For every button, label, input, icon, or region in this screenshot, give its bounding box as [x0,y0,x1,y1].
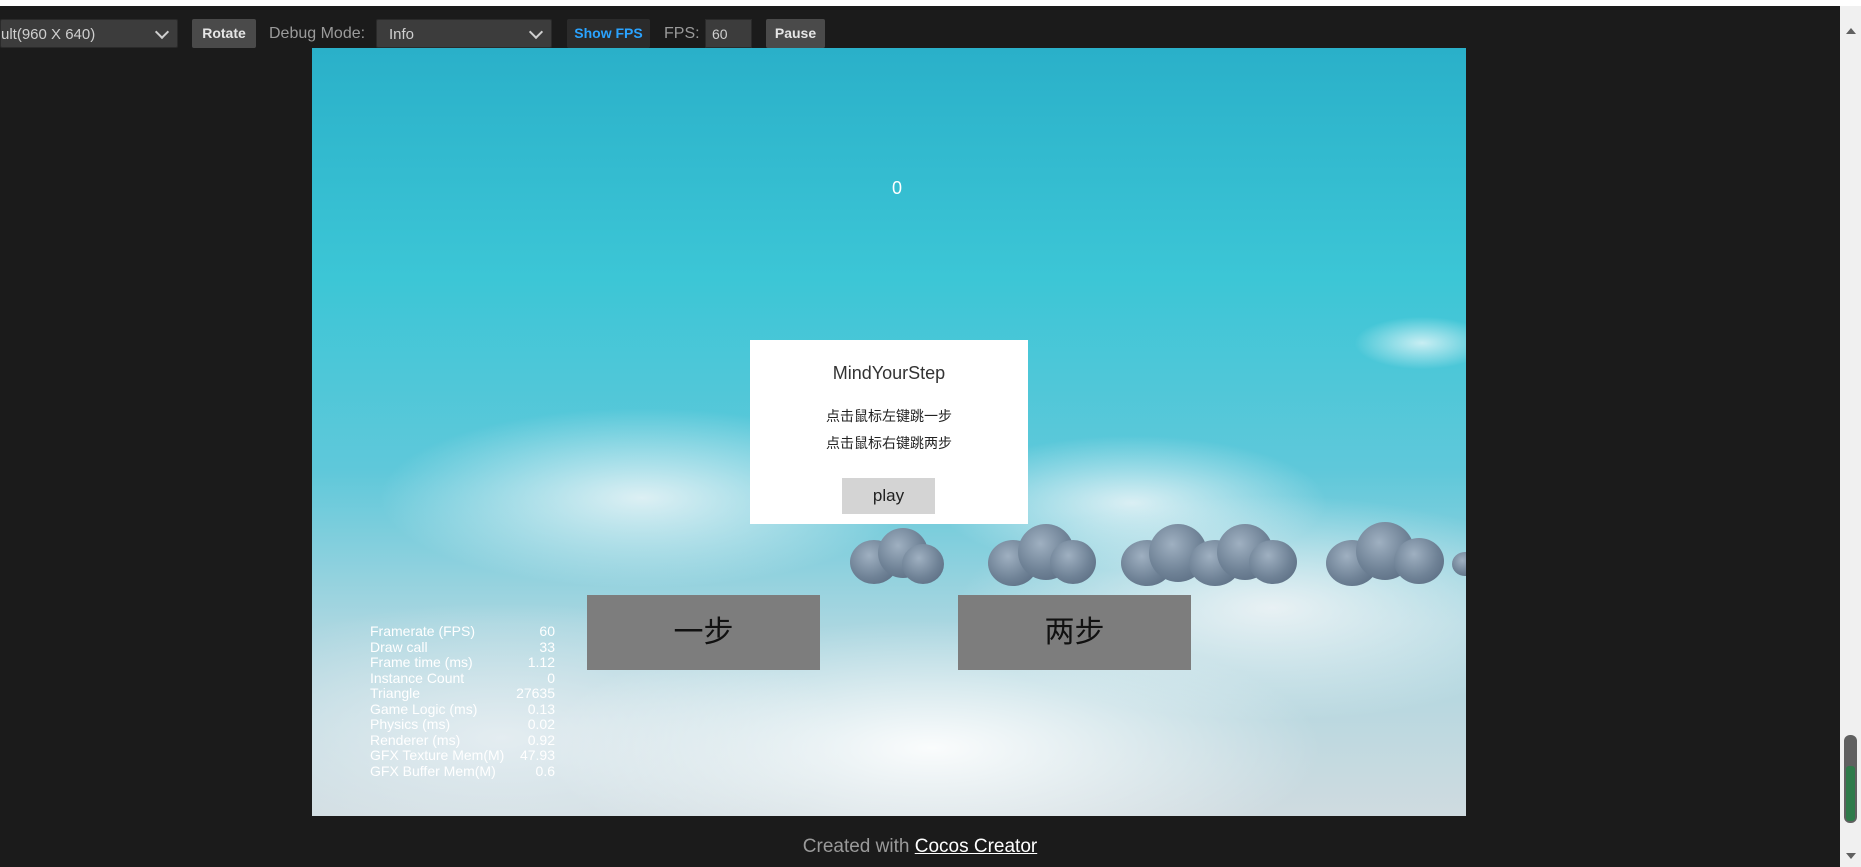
start-dialog: MindYourStep 点击鼠标左键跳一步 点击鼠标右键跳两步 play [750,340,1028,524]
fps-label: FPS: [664,25,700,42]
footer-credit: Created with Cocos Creator [0,836,1840,858]
device-resolution-select[interactable]: ult(960 X 640) [0,19,178,48]
scroll-down-arrow-icon[interactable] [1846,853,1856,859]
stat-label: GFX Texture Mem(M) [370,747,505,763]
cocos-creator-link[interactable]: Cocos Creator [915,836,1038,857]
stat-row: Renderer (ms) 0.92 [370,731,670,749]
stat-value: 47.93 [519,747,555,763]
stat-value: 27635 [516,685,555,701]
stat-row: GFX Buffer Mem(M) 0.6 [370,762,670,780]
scroll-indicator [1846,766,1855,821]
stat-row: Framerate (FPS) 60 [370,623,670,640]
stat-row: Triangle 27635 [370,685,670,702]
stat-value: 1.12 [527,654,555,670]
stat-value: 0.92 [527,731,555,748]
rotate-button[interactable]: Rotate [192,19,256,48]
stat-label: Frame time (ms) [370,654,473,670]
stat-label: Triangle [370,685,421,701]
play-button[interactable]: play [842,478,935,514]
score-label: 0 [891,178,902,198]
stat-value: 0 [547,669,555,686]
stat-value: 0.6 [535,762,555,779]
scroll-up-arrow-icon[interactable] [1846,28,1856,34]
debug-stats-panel: Framerate (FPS) 60 Draw call 33 Frame time… [370,623,670,780]
stat-value: 33 [539,638,555,655]
dialog-title: MindYourStep [832,363,946,383]
stat-row: Physics (ms) 0.02 [370,716,670,733]
vertical-scrollbar[interactable] [1840,6,1861,867]
stat-label: Game Logic (ms) [370,700,478,717]
pause-button[interactable]: Pause [766,19,825,48]
stat-row: Frame time (ms) 1.12 [370,654,670,671]
cloud-block [1322,510,1452,600]
stat-row: GFX Texture Mem(M) 47.93 [370,747,670,764]
stat-label: Instance Count [370,669,465,686]
game-canvas[interactable]: 0 MindYourStep 点击鼠标左键跳一步 点击鼠标右键跳两步 play … [312,48,1466,816]
debug-mode-value: Info [389,26,415,43]
two-step-button[interactable]: 两步 [958,595,1191,670]
footer-prefix: Created with [802,836,910,857]
preview-toolbar: ult(960 X 640) Rotate Debug Mode: Info S… [0,6,1840,50]
stat-row: Draw call 33 [370,638,670,656]
stat-label: Renderer (ms) [370,731,461,748]
cloud-block [1117,510,1307,600]
chevron-down-icon [154,24,170,40]
dialog-instruction-left-click: 点击鼠标左键跳一步 [826,408,952,424]
debug-mode-label: Debug Mode: [269,25,366,42]
cloud-block [1452,548,1466,578]
stat-row: Instance Count 0 [370,669,670,687]
device-resolution-value: ult(960 X 640) [1,26,96,43]
stat-label: Physics (ms) [370,716,451,732]
cloud-block [842,518,952,598]
stat-row: Game Logic (ms) 0.13 [370,700,670,718]
dialog-instruction-right-click: 点击鼠标右键跳两步 [826,435,952,451]
stat-value: 0.13 [527,700,555,717]
stat-label: Framerate (FPS) [370,623,476,639]
chevron-down-icon [528,24,544,40]
stat-value: 0.02 [527,716,555,732]
debug-mode-select[interactable]: Info [376,19,552,48]
stat-label: Draw call [370,638,428,655]
stat-label: GFX Buffer Mem(M) [370,762,496,779]
fps-input[interactable]: 60 [705,19,752,48]
show-fps-button[interactable]: Show FPS [567,19,650,48]
stat-value: 60 [539,623,555,639]
